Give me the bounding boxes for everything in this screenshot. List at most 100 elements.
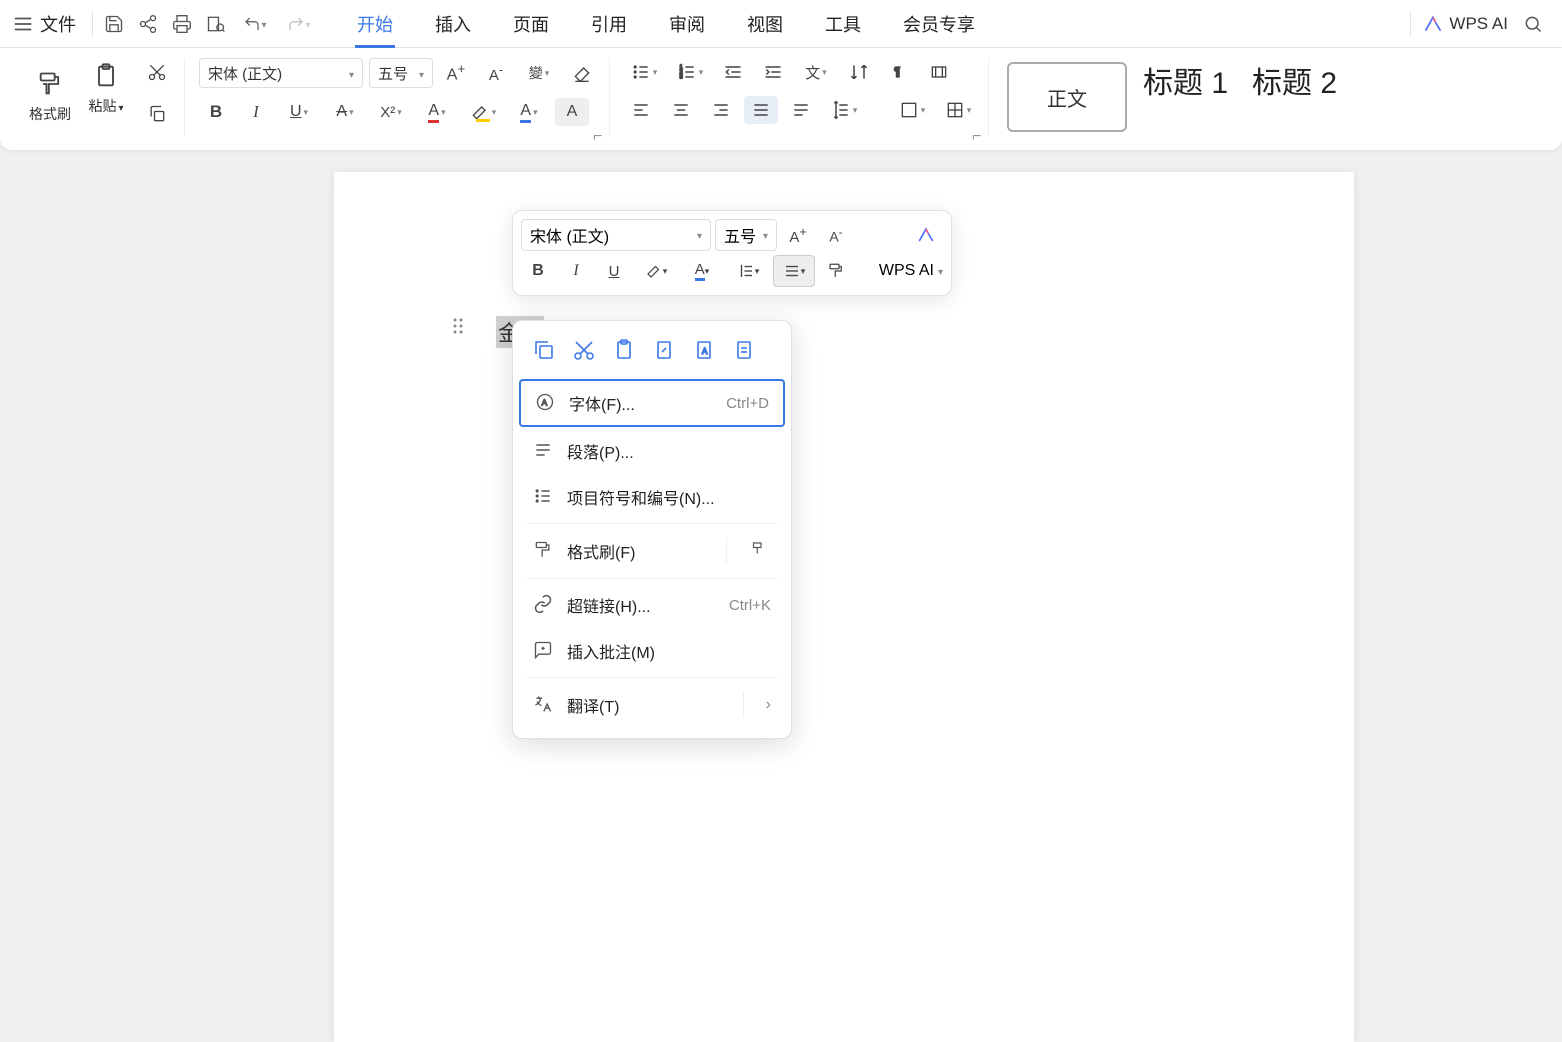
print-preview-button[interactable] [200, 8, 232, 40]
bold-button[interactable]: B [199, 98, 233, 126]
mini-size-select[interactable]: 五号 [715, 219, 777, 251]
tab-page[interactable]: 页面 [511, 1, 551, 47]
paste-button[interactable]: 粘贴▾ [78, 58, 134, 116]
search-button[interactable] [1517, 8, 1549, 40]
text-color-button[interactable]: A▾ [509, 98, 549, 126]
mini-wps-ai[interactable]: WPS AI [879, 262, 943, 280]
copy-button[interactable] [140, 100, 174, 128]
drag-handle-icon[interactable] [452, 317, 464, 340]
align-distribute-button[interactable] [784, 96, 818, 124]
ctx-paste-format-icon[interactable] [649, 335, 679, 365]
mini-font-select[interactable]: 宋体 (正文) [521, 219, 711, 251]
mini-underline[interactable]: U [597, 255, 631, 287]
menu-icon[interactable] [12, 13, 34, 35]
borders-button[interactable]: ▾ [938, 96, 978, 124]
svg-text:A: A [542, 397, 548, 407]
share-button[interactable] [132, 8, 164, 40]
char-shading-button[interactable]: A [555, 98, 589, 126]
bullets-icon [533, 486, 555, 508]
ctx-translate[interactable]: 翻译(T) › [519, 682, 785, 728]
numbering-button[interactable]: 123▾ [670, 58, 710, 86]
print-button[interactable] [166, 8, 198, 40]
highlight-button[interactable]: ▾ [463, 98, 503, 126]
increase-indent-button[interactable] [756, 58, 790, 86]
ctx-copy-icon[interactable] [529, 335, 559, 365]
italic-button[interactable]: I [239, 98, 273, 126]
ctx-paragraph[interactable]: 段落(P)... [519, 429, 785, 473]
mini-italic[interactable]: I [559, 255, 593, 287]
format-painter-button[interactable]: 格式刷 [22, 58, 78, 136]
ctx-bullets-label: 项目符号和编号(N)... [567, 485, 715, 509]
paragraph-icon [533, 440, 555, 462]
tab-member[interactable]: 会员专享 [901, 1, 977, 47]
shading-button[interactable]: ▾ [892, 96, 932, 124]
style-heading2[interactable]: 标题 2 [1252, 58, 1337, 102]
tab-view[interactable]: 视图 [745, 1, 785, 47]
para-dialog-launcher[interactable]: ⌐ [972, 128, 984, 140]
wps-ai-label: WPS AI [1449, 14, 1508, 34]
tab-tools[interactable]: 工具 [823, 1, 863, 47]
font-name-select[interactable]: 宋体 (正文) [199, 58, 363, 88]
strikethrough-button[interactable]: A▾ [325, 98, 365, 126]
ctx-format-painter[interactable]: 格式刷(F) [519, 528, 785, 574]
clear-format-button[interactable] [565, 59, 599, 87]
decrease-indent-button[interactable] [716, 58, 750, 86]
tab-review[interactable]: 审阅 [667, 1, 707, 47]
align-center-button[interactable] [664, 96, 698, 124]
sort-button[interactable] [842, 58, 876, 86]
align-right-button[interactable] [704, 96, 738, 124]
underline-button[interactable]: U▾ [279, 98, 319, 126]
ctx-hyperlink[interactable]: 超链接(H)... Ctrl+K [519, 583, 785, 627]
mini-font-color[interactable]: A▾ [681, 255, 723, 287]
cut-button[interactable] [140, 58, 174, 86]
mini-ai-icon[interactable] [909, 219, 943, 251]
ctx-bullets[interactable]: 项目符号和编号(N)... [519, 475, 785, 519]
font-size-select[interactable]: 五号 [369, 58, 433, 88]
superscript-button[interactable]: X²▾ [371, 98, 411, 126]
tab-home[interactable]: 开始 [355, 1, 395, 47]
undo-button[interactable] [234, 8, 276, 40]
text-direction-button[interactable]: 文▾ [796, 58, 836, 86]
chevron-right-icon: › [766, 696, 771, 714]
ctx-paste-special-icon[interactable] [729, 335, 759, 365]
ctx-paste-icon[interactable] [609, 335, 639, 365]
font-dialog-launcher[interactable]: ⌐ [593, 128, 605, 140]
grow-font-button[interactable]: A+ [439, 59, 473, 87]
style-normal[interactable]: 正文 [1007, 62, 1127, 132]
char-scale-button[interactable] [922, 58, 956, 86]
align-left-button[interactable] [624, 96, 658, 124]
phonetic-guide-button[interactable]: 變▾ [519, 59, 559, 87]
bullets-button[interactable]: ▾ [624, 58, 664, 86]
mini-toolbar: 宋体 (正文) 五号 A+ A- B I U ▾ A▾ ▾ ▾ WPS AI [512, 210, 952, 296]
font-color-button[interactable]: A▾ [417, 98, 457, 126]
mini-grow-font[interactable]: A+ [781, 219, 815, 251]
tab-insert[interactable]: 插入 [433, 1, 473, 47]
ctx-comment[interactable]: 插入批注(M) [519, 629, 785, 673]
mini-shrink-font[interactable]: A- [819, 219, 853, 251]
ctx-font[interactable]: A 字体(F)... Ctrl+D [519, 379, 785, 427]
format-painter-apply-icon[interactable] [749, 540, 771, 563]
font-dialog-icon: A [535, 392, 557, 414]
file-menu[interactable]: 文件 [40, 11, 76, 37]
ctx-cut-icon[interactable] [569, 335, 599, 365]
save-button[interactable] [98, 8, 130, 40]
tab-reference[interactable]: 引用 [589, 1, 629, 47]
document-page[interactable]: 金山 [334, 172, 1354, 1042]
mini-align[interactable]: ▾ [773, 255, 815, 287]
redo-button[interactable] [278, 8, 320, 40]
wps-ai-button[interactable]: WPS AI [1423, 14, 1508, 34]
mini-format-painter[interactable] [819, 255, 853, 287]
mini-line-spacing[interactable]: ▾ [727, 255, 769, 287]
align-justify-button[interactable] [744, 96, 778, 124]
mini-highlight[interactable]: ▾ [635, 255, 677, 287]
context-menu: A A 字体(F)... Ctrl+D 段落(P)... 项目符号和编号(N).… [512, 320, 792, 739]
ctx-format-painter-label: 格式刷(F) [567, 539, 635, 563]
line-spacing-button[interactable]: ▾ [824, 96, 864, 124]
show-marks-button[interactable]: ¶ [882, 58, 916, 86]
mini-bold[interactable]: B [521, 255, 555, 287]
separator [527, 677, 777, 678]
style-heading1[interactable]: 标题 1 [1143, 58, 1228, 102]
shrink-font-button[interactable]: A- [479, 59, 513, 87]
ctx-paste-text-icon[interactable]: A [689, 335, 719, 365]
ctx-font-shortcut: Ctrl+D [726, 395, 769, 412]
